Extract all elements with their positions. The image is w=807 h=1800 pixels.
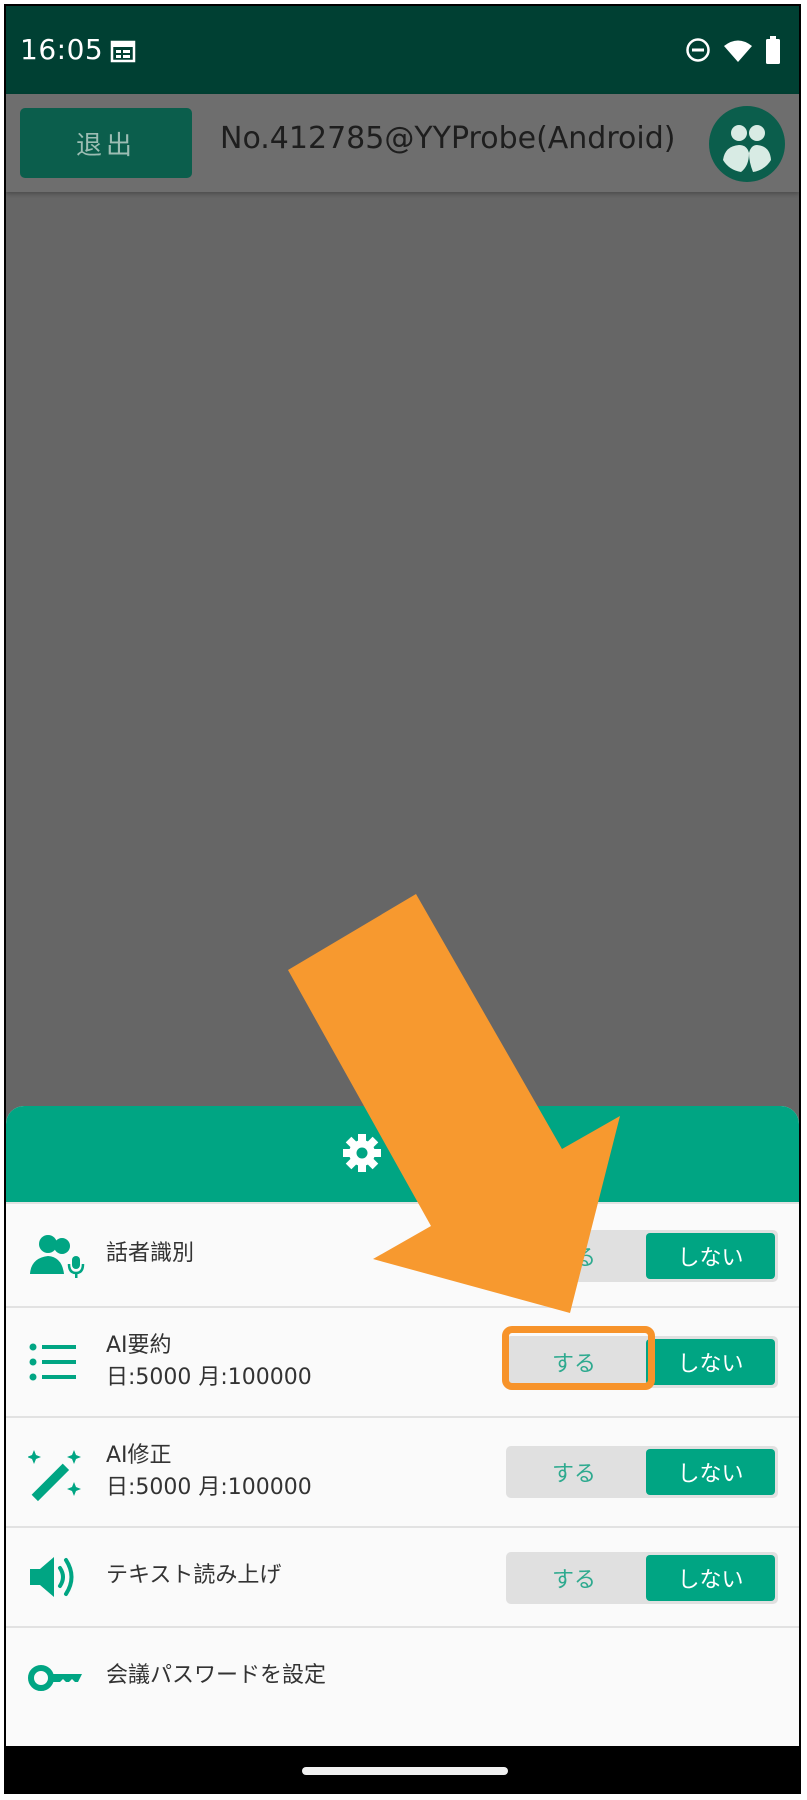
list-icon [28, 1342, 78, 1386]
toggle-speaker-id: する しない [506, 1230, 778, 1282]
row-label: AI修正 日:5000 月:100000 [106, 1440, 312, 1504]
row-title: AI修正 [106, 1443, 172, 1468]
setting-row-ai-correction: AI修正 日:5000 月:100000 する しない [6, 1416, 799, 1526]
toggle-ai-correction: する しない [506, 1446, 778, 1498]
group-avatar-icon[interactable] [709, 106, 785, 182]
sheet-title: 設 [396, 1136, 425, 1169]
battery-icon [765, 36, 781, 71]
status-time: 16:05 [20, 33, 104, 66]
speaker-volume-icon [28, 1554, 78, 1604]
toggle-on-button[interactable]: する [506, 1552, 642, 1604]
speaker-identification-icon [28, 1232, 88, 1282]
do-not-disturb-icon [685, 37, 711, 70]
row-label: テキスト読み上げ [106, 1563, 282, 1588]
setting-row-text-to-speech: テキスト読み上げ する しない [6, 1526, 799, 1626]
screen-frame: 16:05 退出 No.412785@YYProbe(Android) 設 話者… [4, 4, 801, 1794]
exit-button[interactable]: 退出 [20, 108, 192, 178]
annotation-highlight-box [502, 1326, 655, 1390]
key-icon [28, 1664, 84, 1696]
toggle-text-to-speech: する しない [506, 1552, 778, 1604]
row-quota: 日:5000 月:100000 [106, 1365, 312, 1390]
setting-row-ai-summary: AI要約 日:5000 月:100000 する しない [6, 1306, 799, 1416]
magic-wand-icon [27, 1448, 84, 1506]
wifi-icon [723, 37, 753, 70]
page-title: No.412785@YYProbe(Android) [220, 121, 676, 156]
sheet-header: 設 [6, 1106, 799, 1202]
row-label: 会議パスワードを設定 [106, 1663, 327, 1688]
toggle-off-button[interactable]: しない [646, 1339, 775, 1385]
toggle-off-button[interactable]: しない [646, 1555, 775, 1601]
row-label: 話者識別 [106, 1241, 195, 1266]
setting-row-speaker-id: 話者識別 する しない [6, 1202, 799, 1306]
toggle-off-button[interactable]: しない [646, 1233, 775, 1279]
system-nav-bar [6, 1746, 799, 1792]
gear-icon [342, 1133, 382, 1177]
app-header: 退出 No.412785@YYProbe(Android) [6, 94, 799, 192]
toggle-on-button[interactable]: する [506, 1446, 642, 1498]
calendar-icon [110, 37, 136, 70]
row-title: AI要約 [106, 1333, 172, 1358]
toggle-on-button[interactable]: する [506, 1230, 642, 1282]
toggle-off-button[interactable]: しない [646, 1449, 775, 1495]
setting-row-meeting-password[interactable]: 会議パスワードを設定 [6, 1626, 799, 1726]
row-label: AI要約 日:5000 月:100000 [106, 1330, 312, 1394]
status-icons [685, 36, 781, 71]
row-quota: 日:5000 月:100000 [106, 1475, 312, 1500]
settings-sheet: 設 話者識別 する しない AI要約 日:5000 月:100000 する しな… [6, 1106, 799, 1746]
status-bar: 16:05 [6, 6, 799, 94]
home-gesture-handle[interactable] [302, 1767, 508, 1775]
